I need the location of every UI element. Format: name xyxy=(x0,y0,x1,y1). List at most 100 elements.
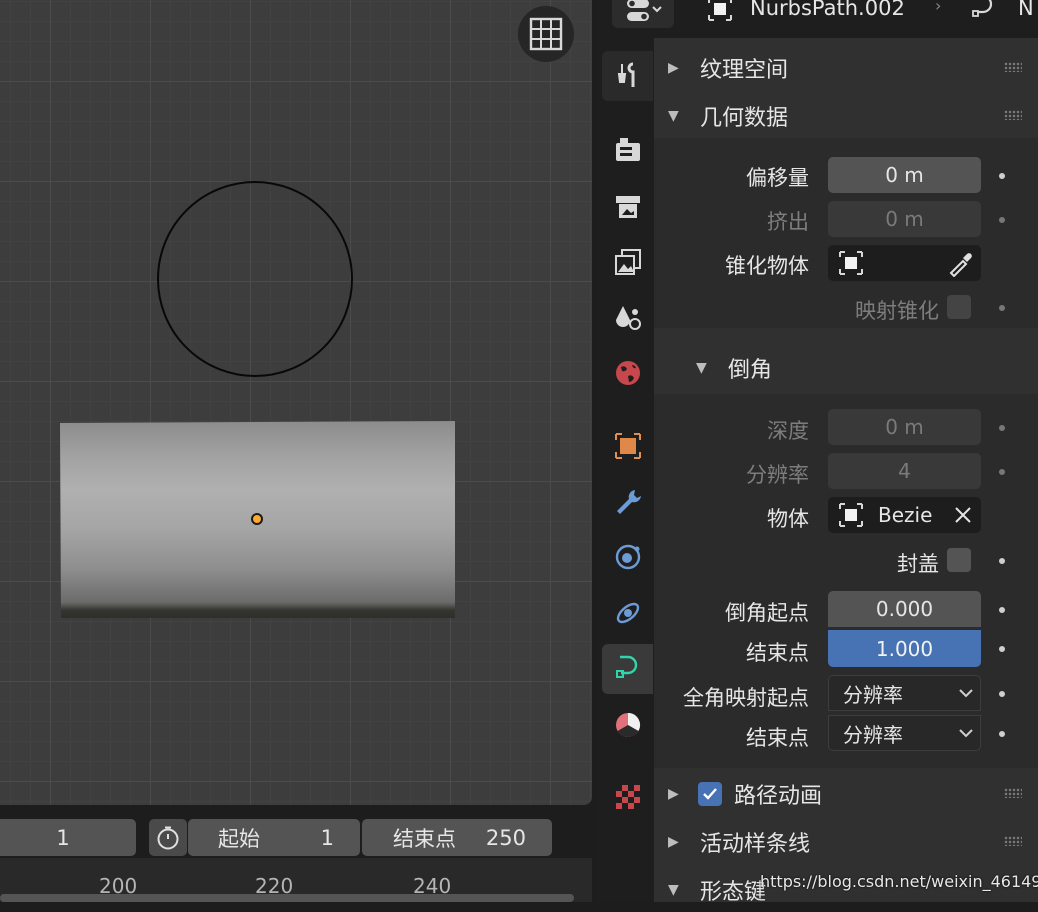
properties-tab-strip xyxy=(597,38,655,902)
curve-data-icon xyxy=(615,655,637,678)
object-icon xyxy=(839,503,863,527)
properties-content: ▶ 纹理空间 ▼ 几何数据 偏移量 0 m 挤出 0 m 锥化物体 映射锥化 ▼… xyxy=(654,38,1038,905)
keyframe-dot[interactable] xyxy=(999,607,1005,613)
taper-object-field[interactable] xyxy=(828,245,981,281)
bevel-object-field[interactable]: Bezie xyxy=(828,497,981,533)
keyframe-dot[interactable] xyxy=(999,425,1005,431)
collapsed-triangle-icon: ▶ xyxy=(668,786,679,802)
object-icon xyxy=(708,0,732,21)
output-printer-icon xyxy=(615,196,640,218)
expanded-triangle-icon: ▼ xyxy=(668,108,679,124)
object-origin[interactable] xyxy=(251,513,263,525)
tab-tool[interactable] xyxy=(602,51,653,101)
tab-output[interactable] xyxy=(602,182,653,232)
drag-handle-icon[interactable] xyxy=(1004,62,1022,72)
breadcrumb-chevron-icon: › xyxy=(935,0,942,15)
bevel-circle-curve[interactable] xyxy=(157,181,353,377)
eyedropper-icon[interactable] xyxy=(947,249,975,277)
tab-scene[interactable] xyxy=(602,293,653,343)
bevel-depth-label: 深度 xyxy=(767,419,809,443)
expanded-triangle-icon: ▼ xyxy=(668,882,679,898)
tab-modifiers[interactable] xyxy=(602,477,653,527)
current-frame-field[interactable]: 1 xyxy=(0,819,136,856)
map-taper-label: 映射锥化 xyxy=(855,299,939,323)
checkmark-icon xyxy=(703,788,717,800)
keyframe-dot[interactable] xyxy=(999,217,1005,223)
panel-active-spline[interactable]: ▶ 活动样条线 xyxy=(654,820,1038,864)
drag-handle-icon[interactable] xyxy=(1004,836,1022,846)
stopwatch-icon xyxy=(157,826,179,849)
tab-object[interactable] xyxy=(602,421,653,471)
object-name[interactable]: NurbsPath.002 xyxy=(750,0,905,20)
wrench-icon xyxy=(616,490,641,514)
clear-x-icon[interactable] xyxy=(953,505,973,525)
timeline-ruler[interactable]: 200 220 240 xyxy=(0,858,592,902)
offset-field[interactable]: 0 m xyxy=(828,157,981,193)
map-start-dropdown[interactable]: 分辨率 xyxy=(828,675,981,711)
map-end-dropdown[interactable]: 分辨率 xyxy=(828,715,981,751)
particles-icon xyxy=(615,544,640,570)
curve-data-icon xyxy=(972,0,993,17)
tab-world[interactable] xyxy=(602,348,653,398)
panel-bevel[interactable]: ▼ 倒角 xyxy=(654,346,1038,390)
keyframe-dot[interactable] xyxy=(999,646,1005,652)
drag-handle-icon[interactable] xyxy=(1004,788,1022,798)
bevel-object-label: 物体 xyxy=(767,507,809,531)
timeline-scrollbar[interactable] xyxy=(0,894,574,902)
start-frame-field[interactable]: 起始 1 xyxy=(188,819,360,856)
extrude-field[interactable]: 0 m xyxy=(828,201,981,237)
tab-particles[interactable] xyxy=(602,532,653,582)
tab-curve-data[interactable] xyxy=(602,644,653,694)
bevel-resolution-field[interactable]: 4 xyxy=(828,453,981,489)
view-layer-icon xyxy=(614,249,641,275)
keyframe-dot[interactable] xyxy=(999,691,1005,697)
bevel-depth-field[interactable]: 0 m xyxy=(828,409,981,445)
bevel-end-field[interactable]: 1.000 xyxy=(828,630,981,667)
keyframe-dot[interactable] xyxy=(999,469,1005,475)
map-start-label: 全角映射起点 xyxy=(683,686,809,710)
curve-data-name[interactable]: N xyxy=(1018,0,1034,20)
fill-caps-checkbox[interactable] xyxy=(947,548,971,572)
end-frame-field[interactable]: 结束点 250 xyxy=(362,819,552,856)
panel-path-animation[interactable]: ▶ 路径动画 xyxy=(654,772,1038,816)
fill-caps-label: 封盖 xyxy=(897,552,939,576)
tab-texture[interactable] xyxy=(602,772,653,822)
tool-icon xyxy=(617,62,634,87)
panel-geometry[interactable]: ▼ 几何数据 xyxy=(654,94,1038,138)
path-animation-checkbox[interactable] xyxy=(698,782,722,806)
stopwatch-toggle[interactable] xyxy=(149,819,187,856)
properties-editor: ▶ 纹理空间 ▼ 几何数据 偏移量 0 m 挤出 0 m 锥化物体 映射锥化 ▼… xyxy=(597,38,1038,905)
object-icon xyxy=(839,251,863,275)
offset-label: 偏移量 xyxy=(746,166,809,190)
panel-texture-space[interactable]: ▶ 纹理空间 xyxy=(654,46,1038,90)
expanded-triangle-icon: ▼ xyxy=(696,360,707,376)
toggle-camera-view-button[interactable] xyxy=(518,6,574,62)
drag-handle-icon[interactable] xyxy=(1004,110,1022,120)
chevron-down-icon xyxy=(959,689,973,698)
tab-physics[interactable] xyxy=(602,588,653,638)
tab-material[interactable] xyxy=(602,700,653,750)
render-camera-icon xyxy=(615,138,640,161)
material-icon xyxy=(615,713,640,738)
tab-render[interactable] xyxy=(602,125,653,175)
world-icon xyxy=(615,361,640,385)
keyframe-dot[interactable] xyxy=(999,731,1005,737)
keyframe-dot[interactable] xyxy=(999,558,1005,564)
3d-viewport[interactable] xyxy=(0,0,592,805)
properties-header: NurbsPath.002 › N xyxy=(597,0,1038,38)
map-taper-checkbox[interactable] xyxy=(947,295,971,319)
taper-object-label: 锥化物体 xyxy=(725,254,809,278)
watermark: https://blog.csdn.net/weixin_46149121 xyxy=(760,872,1038,891)
keyframe-dot[interactable] xyxy=(999,173,1005,179)
physics-icon xyxy=(616,602,639,624)
bevel-start-label: 倒角起点 xyxy=(725,601,809,625)
grid-icon xyxy=(529,17,563,51)
object-properties-icon xyxy=(614,433,641,459)
map-end-label: 结束点 xyxy=(746,726,809,750)
properties-editor-icon xyxy=(627,0,662,21)
collapsed-triangle-icon: ▶ xyxy=(668,60,679,76)
bevel-start-field[interactable]: 0.000 xyxy=(828,591,981,627)
editor-type-button[interactable] xyxy=(612,0,674,28)
tab-view-layer[interactable] xyxy=(602,237,653,287)
keyframe-dot[interactable] xyxy=(999,305,1005,311)
